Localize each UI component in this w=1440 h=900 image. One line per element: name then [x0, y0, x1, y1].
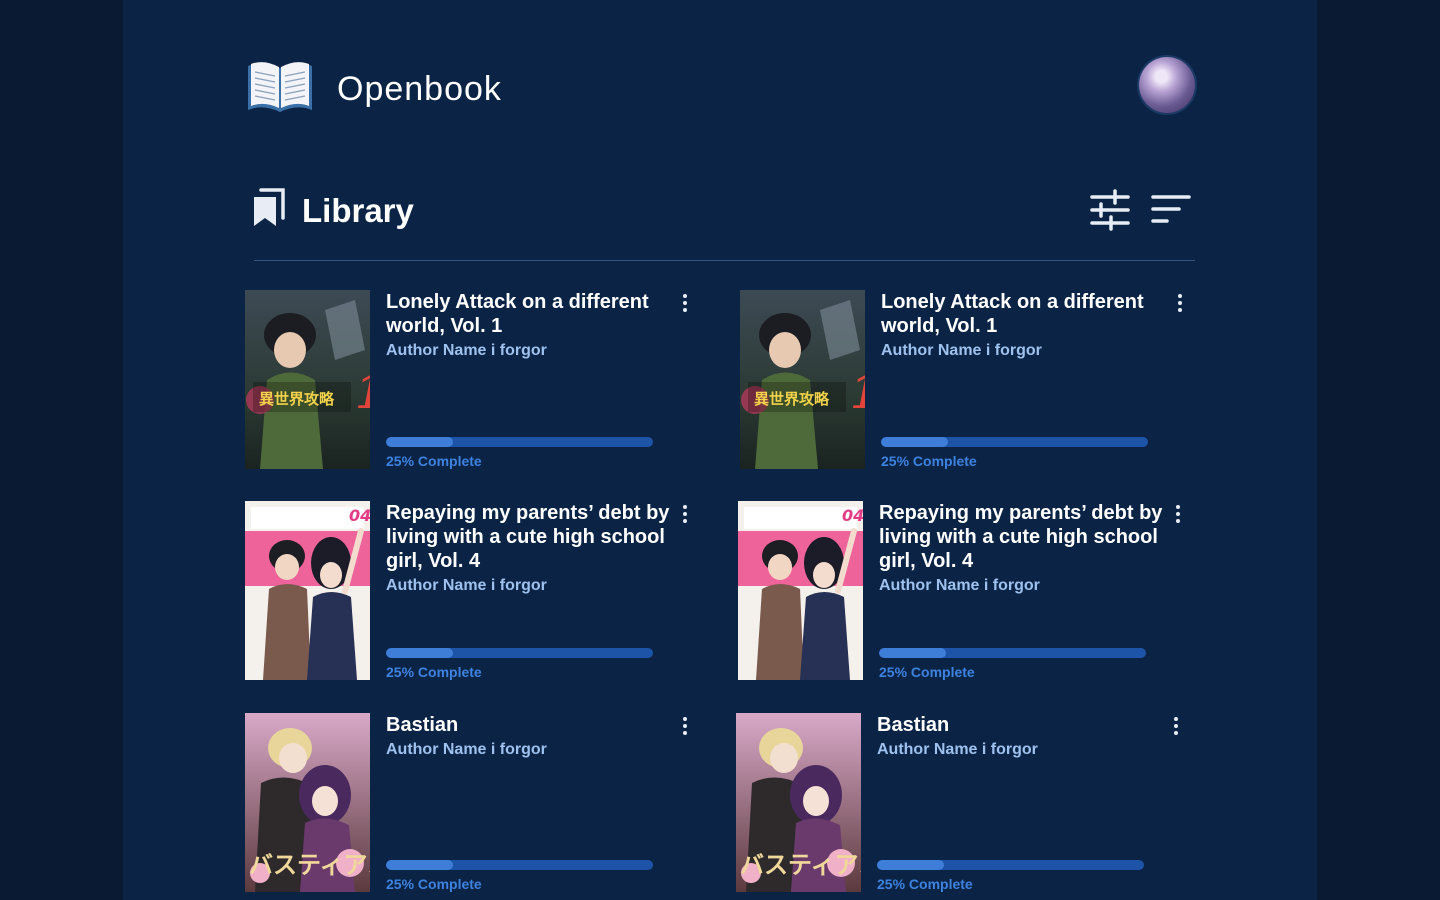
book-cover[interactable]: 04: [738, 501, 863, 680]
book-title[interactable]: Repaying my parents’ debt by living with…: [386, 501, 676, 573]
book-author: Author Name i forgor: [881, 342, 1042, 359]
book-cover[interactable]: 1 異世界攻略: [245, 290, 370, 469]
progress-label: 25% Complete: [386, 453, 482, 469]
progress-label: 25% Complete: [877, 876, 973, 892]
svg-text:異世界攻略: 異世界攻略: [259, 390, 335, 408]
book-card[interactable]: 1 異世界攻略 Lonely Attack on a different wor…: [245, 290, 705, 470]
book-author: Author Name i forgor: [386, 577, 547, 594]
book-card[interactable]: 04 Repaying my parents’ debt by living w…: [738, 501, 1198, 681]
svg-text:異世界攻略: 異世界攻略: [754, 390, 830, 408]
progress-label: 25% Complete: [881, 453, 977, 469]
progress-fill: [386, 648, 453, 658]
book-cover[interactable]: バスティアン: [736, 713, 861, 892]
more-vert-icon[interactable]: [1172, 292, 1188, 314]
book-info: Repaying my parents’ debt by living with…: [879, 501, 1198, 680]
progress-label: 25% Complete: [879, 664, 975, 680]
book-info: Bastian Author Name i forgor 25% Complet…: [877, 713, 1196, 892]
more-vert-icon[interactable]: [1168, 715, 1184, 737]
more-vert-icon[interactable]: [677, 715, 693, 737]
book-title[interactable]: Bastian: [386, 713, 676, 737]
book-author: Author Name i forgor: [386, 741, 547, 758]
library-header: Library: [250, 188, 414, 233]
book-cover[interactable]: バスティアン: [245, 713, 370, 892]
brand[interactable]: Openbook: [245, 58, 502, 121]
open-book-icon: [245, 58, 315, 121]
svg-text:04: 04: [349, 506, 370, 525]
progress-bar: [386, 437, 653, 447]
progress-fill: [386, 437, 453, 447]
book-author: Author Name i forgor: [386, 342, 547, 359]
progress-fill: [386, 860, 453, 870]
avatar[interactable]: [1139, 57, 1195, 113]
book-card[interactable]: 1 異世界攻略 Lonely Attack on a different wor…: [740, 290, 1200, 470]
progress-bar: [881, 437, 1148, 447]
progress-bar: [879, 648, 1146, 658]
book-info: Repaying my parents’ debt by living with…: [386, 501, 705, 680]
progress-bar: [386, 860, 653, 870]
progress-fill: [881, 437, 948, 447]
book-card[interactable]: 04 Repaying my parents’ debt by living w…: [245, 501, 705, 681]
book-author: Author Name i forgor: [879, 577, 1040, 594]
svg-text:バスティアン: バスティアン: [249, 850, 370, 879]
more-vert-icon[interactable]: [677, 292, 693, 314]
progress-label: 25% Complete: [386, 664, 482, 680]
progress-fill: [879, 648, 946, 658]
library-title: Library: [302, 191, 414, 229]
book-title[interactable]: Repaying my parents’ debt by living with…: [879, 501, 1169, 573]
svg-text:バスティアン: バスティアン: [740, 850, 861, 879]
divider: [254, 260, 1195, 261]
bookmark-icon: [250, 188, 286, 233]
book-info: Lonely Attack on a different world, Vol.…: [881, 290, 1200, 469]
progress-fill: [877, 860, 944, 870]
book-card[interactable]: バスティアン Bastian Author Name i forgor 25% …: [736, 713, 1196, 893]
book-author: Author Name i forgor: [877, 741, 1038, 758]
more-vert-icon[interactable]: [677, 503, 693, 525]
book-title[interactable]: Bastian: [877, 713, 1167, 737]
book-cover[interactable]: 1 異世界攻略: [740, 290, 865, 469]
book-card[interactable]: バスティアン Bastian Author Name i forgor 25% …: [245, 713, 705, 893]
progress-bar: [877, 860, 1144, 870]
book-cover[interactable]: 04: [245, 501, 370, 680]
book-title[interactable]: Lonely Attack on a different world, Vol.…: [386, 290, 676, 338]
progress-label: 25% Complete: [386, 876, 482, 892]
svg-text:04: 04: [842, 506, 863, 525]
progress-bar: [386, 648, 653, 658]
sort-icon[interactable]: [1150, 189, 1192, 231]
svg-text:1: 1: [355, 365, 370, 419]
svg-text:1: 1: [850, 365, 865, 419]
app-title: Openbook: [337, 70, 502, 108]
more-vert-icon[interactable]: [1170, 503, 1186, 525]
book-info: Lonely Attack on a different world, Vol.…: [386, 290, 705, 469]
book-info: Bastian Author Name i forgor 25% Complet…: [386, 713, 705, 892]
filter-sliders-icon[interactable]: [1089, 189, 1131, 231]
book-title[interactable]: Lonely Attack on a different world, Vol.…: [881, 290, 1171, 338]
